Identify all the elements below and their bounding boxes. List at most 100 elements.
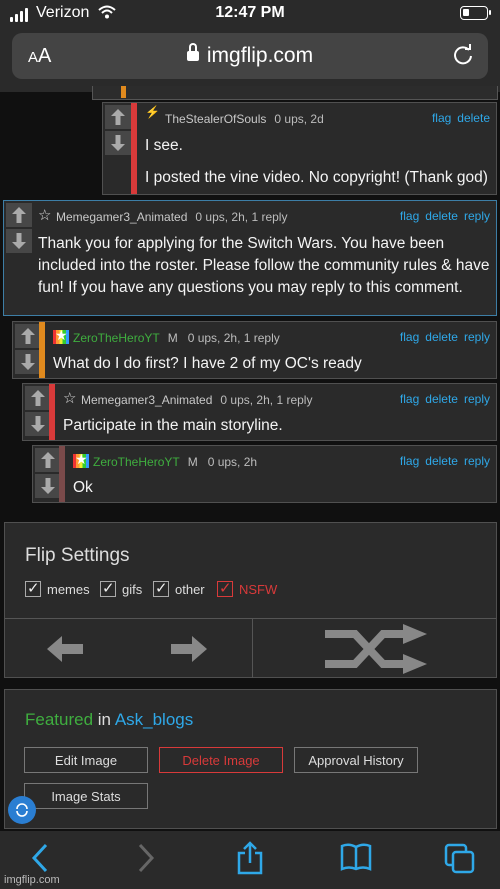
share-button[interactable] [236,841,264,880]
delete-image-button[interactable]: Delete Image [159,747,283,773]
flip-nav [5,618,496,678]
upvote-button[interactable] [35,448,61,472]
share-icon [237,841,263,875]
featured-label: Featured [25,710,94,729]
flag-link[interactable]: flag [400,209,419,223]
flip-settings-title: Flip Settings [25,545,130,566]
comment-text: Thank you for applying for the Switch Wa… [38,235,490,296]
other-checkbox[interactable]: other [153,579,205,597]
comment-meta: 0 ups, 2h, 1 reply [220,393,313,407]
comment-meta: 0 ups, 2d [274,112,324,126]
chevron-left-icon [31,843,48,873]
book-icon [340,843,372,871]
url-field[interactable]: imgflip.com [12,43,488,68]
featured-joiner: in [97,710,112,729]
comment-meta: 0 ups, 2h [207,455,258,469]
comment-username[interactable]: ZeroTheHeroYT [93,455,180,469]
memes-checkbox[interactable]: memes [25,579,90,597]
comment-text: I see. I posted the vine video. No copyr… [145,137,488,186]
upvote-button[interactable] [25,386,51,410]
browser-chrome: Verizon 12:47 PM AA imgflip.com [0,0,500,92]
back-button[interactable] [30,843,50,878]
image-stats-button[interactable]: Image Stats [24,783,148,809]
comment-username[interactable]: TheStealerOfSouls [165,112,266,126]
browser-toolbar: imgflip.com [0,831,500,889]
star-icon [63,389,77,407]
checkmark-icon [100,579,116,597]
status-bar: Verizon 12:47 PM [0,0,500,28]
delete-link[interactable]: delete [425,454,458,468]
chevron-right-icon [138,843,155,873]
stream-link[interactable]: Ask_blogs [115,710,193,729]
delete-link[interactable]: delete [425,330,458,344]
battery-icon [460,6,491,20]
refresh-icon [16,803,28,817]
flag-link[interactable]: flag [400,392,419,406]
flag-link[interactable]: flag [400,330,419,344]
downvote-button[interactable] [25,412,51,436]
upvote-button[interactable] [105,105,131,129]
reply-link[interactable]: reply [464,209,490,223]
comment-username[interactable]: ZeroTheHeroYT [73,331,160,345]
star-icon [38,206,52,224]
arrow-left-icon [47,635,83,662]
comment-highlighted: Memegamer3_Animated 0 ups, 2h, 1 reply fl… [3,200,497,316]
comment: ZeroTheHeroYTM0 ups, 2h flagdeletereply … [32,445,497,503]
checkmark-icon [153,579,169,597]
comment: Memegamer3_Animated 0 ups, 2h, 1 reply fl… [22,383,497,441]
bookmarks-button[interactable] [340,843,372,876]
chat-bubble-button[interactable] [8,796,36,824]
comment-username[interactable]: Memegamer3_Animated [56,210,187,224]
user-tag: M [167,331,178,345]
downvote-button[interactable] [15,350,41,374]
previous-comment-edge [92,86,498,100]
comment: ZeroTheHeroYT M 0 ups, 2h, 1 reply flagdel… [12,321,497,379]
comment: TheStealerOfSouls 0 ups, 2d flag delete I … [102,102,497,195]
comment-meta: 0 ups, 2h, 1 reply [187,331,280,345]
arrow-right-icon [170,635,207,662]
forward-button[interactable] [136,843,156,878]
delete-link[interactable]: delete [457,111,490,125]
shuffle-icon [324,623,427,674]
next-button[interactable] [125,619,253,678]
rainbow-star-icon [73,451,89,468]
lock-icon [186,43,199,63]
reply-link[interactable]: reply [464,454,490,468]
downvote-button[interactable] [105,131,131,155]
comment-text: Ok [73,479,93,496]
comment-username[interactable]: Memegamer3_Animated [81,393,212,407]
featured-line: Featured in Ask_blogs [25,710,193,730]
flag-link[interactable]: flag [400,454,419,468]
url-text: imgflip.com [206,44,314,67]
comment-text: Participate in the main storyline. [63,417,283,434]
comment-text: What do I do first? I have 2 of my OC's … [53,355,362,372]
checkmark-icon [25,579,41,597]
clock: 12:47 PM [215,4,285,21]
rainbow-star-icon [53,327,69,344]
gifs-checkbox[interactable]: gifs [100,579,142,597]
prev-button[interactable] [5,619,125,678]
delete-link[interactable]: delete [425,392,458,406]
flag-link[interactable]: flag [432,111,451,125]
bolt-icon [145,105,161,125]
tabs-icon [444,843,475,874]
delete-link[interactable]: delete [425,209,458,223]
comment-meta: 0 ups, 2h, 1 reply [195,210,288,224]
nsfw-checkbox[interactable]: NSFW [217,579,277,597]
upvote-button[interactable] [15,324,41,348]
random-button[interactable] [255,619,498,678]
reply-link[interactable]: reply [464,392,490,406]
approval-history-button[interactable]: Approval History [294,747,418,773]
watermark: imgflip.com [4,874,60,886]
featured-panel: Featured in Ask_blogs Edit Image Delete … [4,689,497,829]
checkmark-icon [217,579,233,597]
downvote-button[interactable] [35,474,61,498]
flip-settings-panel: Flip Settings memes gifs other NSFW [4,522,497,678]
reload-icon[interactable] [452,44,474,71]
user-tag: M [187,455,198,469]
reply-link[interactable]: reply [464,330,490,344]
url-bar[interactable]: AA imgflip.com [12,33,488,79]
edit-image-button[interactable]: Edit Image [24,747,148,773]
tabs-button[interactable] [444,843,476,880]
vote-controls [103,103,133,157]
